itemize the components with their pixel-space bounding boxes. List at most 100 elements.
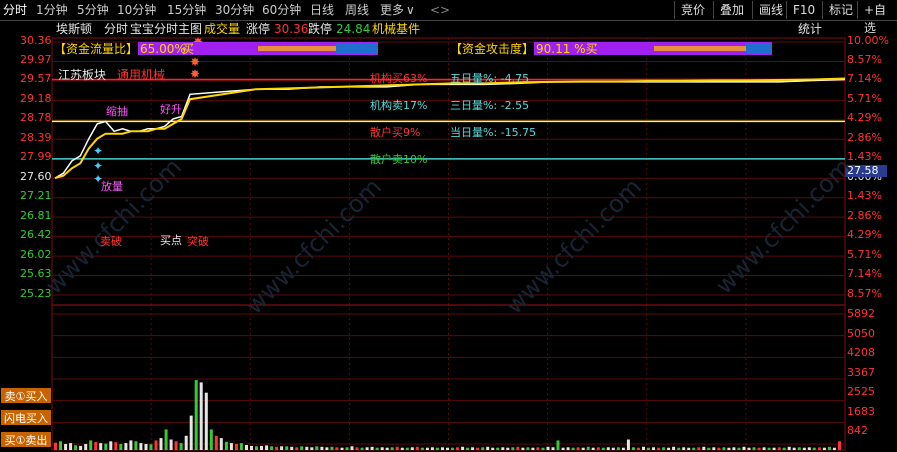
volume-bar [194,380,198,450]
capital-flow-suffix: 买 [182,42,195,56]
today-volume: 当日量%: -15.75 [450,126,537,139]
volume-bar [521,447,525,450]
volume-bar [591,447,595,450]
volume-bar [581,447,585,450]
hao-sheng-annotation: 好升 [160,103,182,116]
volume-bar [144,444,148,450]
volume-bar [516,446,520,450]
volume-bar [642,446,645,450]
fire-icon: ✸ [190,67,200,81]
break-up-annotation: 突破 [187,235,209,248]
volume-bar [124,443,128,450]
industry-sector: 通用机械 [117,68,166,82]
sell1-buy-button[interactable]: 卖①买入 [0,387,52,404]
volume-bar [265,445,269,450]
volume-bar [99,443,103,450]
volume-bar [89,440,93,450]
butterfly-icon: ✦ [93,159,103,173]
volume-bar [682,447,686,450]
volume-bar [119,444,123,450]
volume-bar [154,440,158,450]
volume-bar [295,447,299,450]
volume-bar [420,447,424,450]
volume-bar [752,447,756,450]
volume-bar [250,445,253,450]
volume-bar [652,447,655,450]
volume-bar [662,447,666,450]
volume-bar [239,443,243,450]
volume-bar [325,447,329,450]
volume-bar [189,415,193,450]
volume-bar [692,447,696,450]
volume-bar [687,447,691,450]
volume-bar [415,446,419,450]
volume-bar [84,444,88,450]
volume-bar [827,446,831,450]
volume-bar [772,447,776,450]
volume-bar [320,446,324,450]
volume-bar [476,447,480,450]
volume-bar [531,447,535,450]
volume-bar [395,446,399,450]
volume-bar [340,447,344,450]
volume-bar [405,447,409,450]
fang-liang-annotation: 放量 [101,180,123,193]
volume-bar [511,447,515,450]
volume-bar [59,441,62,450]
volume-bar [757,447,761,450]
volume-bar [425,447,429,450]
volume-bar [596,447,600,450]
volume-bar [536,447,540,450]
volume-bar [456,447,459,450]
volume-bar [310,447,314,450]
volume-bar [702,446,706,450]
volume-bar [149,444,153,450]
volume-bar [672,446,676,450]
volume-bar [255,446,258,450]
volume-bar [546,446,550,450]
volume-bar [410,447,414,450]
volume-bar [797,447,801,450]
volume-bar [461,446,465,450]
flash-buy-button[interactable]: 闪电买入 [0,409,52,426]
volume-bar [697,447,701,450]
buy1-sell-button[interactable]: 买①卖出 [0,431,52,448]
volume-bar [606,447,610,450]
volume-bar [541,447,545,450]
volume-bar [380,447,384,450]
inst-sell-stat: 机构卖17% [370,99,428,112]
volume-bar [270,446,274,450]
volume-bar [491,447,495,450]
volume-bar [647,447,650,450]
volume-bar [315,446,319,450]
volume-bar [631,447,635,450]
volume-bar [732,447,736,450]
sell-break-annotation: 卖破 [100,235,122,248]
volume-bar [390,447,394,450]
volume-bar [234,444,238,450]
volume-bar [526,447,530,450]
three-day-volume: 三日量%: -2.55 [450,99,530,112]
attack-value: 90.11 %买 [536,42,598,56]
volume-bar [727,447,731,450]
volume-bar [742,446,746,450]
volume-bar [64,444,68,450]
volume-bar [199,382,203,450]
volume-bar [285,446,289,450]
volume-bar [667,447,671,450]
volume-bar [621,447,625,450]
volume-bar [204,392,208,450]
volume-bar [657,447,661,450]
volume-bar [134,441,138,450]
volume-bar [355,447,359,450]
volume-bar [129,440,133,450]
volume-bar [762,447,766,450]
volume-bar [707,447,711,450]
volume-bar [637,447,640,450]
volume-bar [611,447,615,450]
volume-bar [838,441,841,450]
volume-bar [300,446,304,450]
volume-bar [159,438,163,450]
volume-bar [807,447,811,450]
volume-bar [441,447,444,450]
